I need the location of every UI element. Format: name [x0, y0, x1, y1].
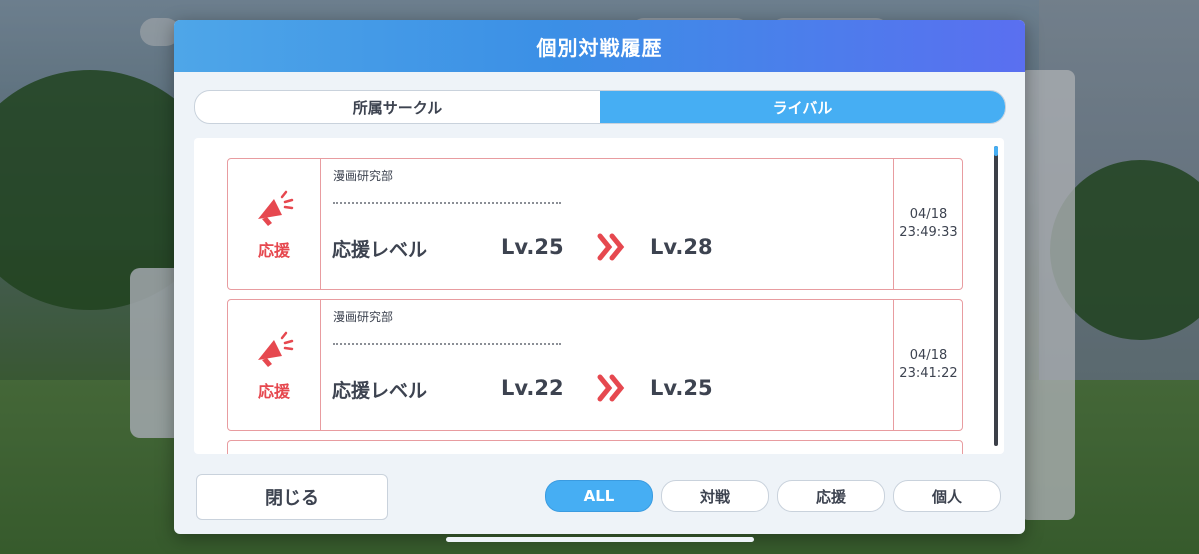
- entry-stat-label: 応援レベル: [332, 239, 428, 261]
- battle-history-dialog: 個別対戦履歴 所属サークル ライバル 応援 漫画研究部 応援レベル Lv.25: [174, 20, 1025, 534]
- entry-detail: 漫画研究部 応援レベル Lv.22 Lv.25: [321, 300, 893, 430]
- entry-time: 23:41:22: [899, 366, 958, 381]
- double-chevron-right-icon: [597, 233, 625, 261]
- filter-battle-button[interactable]: 対戦: [661, 480, 769, 512]
- dotted-divider: [333, 343, 561, 345]
- dotted-divider: [333, 202, 561, 204]
- entry-date: 04/18: [909, 207, 948, 222]
- double-chevron-right-icon: [597, 374, 625, 402]
- filter-all-button[interactable]: ALL: [545, 480, 653, 512]
- megaphone-icon: [258, 190, 294, 226]
- entry-detail: 漫画研究部 応援レベル Lv.25 Lv.28: [321, 159, 893, 289]
- tab-bar: 所属サークル ライバル: [194, 90, 1006, 124]
- entry-date: 04/18: [909, 348, 948, 363]
- filter-support-button[interactable]: 応援: [777, 480, 885, 512]
- close-button[interactable]: 閉じる: [196, 474, 388, 520]
- entry-timestamp: 04/18 23:49:33: [893, 159, 963, 289]
- entry-circle-name: 漫画研究部: [333, 310, 394, 324]
- history-entry: 応援 漫画研究部 応援レベル Lv.25 Lv.28 04/18 23:49:3…: [227, 158, 963, 290]
- tab-circle[interactable]: 所属サークル: [195, 91, 600, 123]
- entry-type-cell: 応援: [228, 300, 321, 430]
- history-entry: 応援 漫画研究部 応援レベル Lv.22 Lv.25 04/18 23:41:2…: [227, 299, 963, 431]
- entry-timestamp: 04/18 23:41:22: [893, 300, 963, 430]
- entry-level-from: Lv.25: [501, 235, 564, 259]
- scrollbar-thumb[interactable]: [994, 146, 998, 156]
- entry-type-label: 応援: [257, 382, 290, 401]
- dialog-title: 個別対戦履歴: [536, 35, 663, 60]
- list-scrollbar[interactable]: [994, 146, 998, 446]
- home-indicator: [446, 537, 754, 542]
- entry-type-cell: 応援: [228, 159, 321, 289]
- megaphone-icon: [258, 331, 294, 367]
- tab-rival[interactable]: ライバル: [600, 91, 1005, 123]
- entry-level-from: Lv.22: [501, 376, 564, 400]
- entry-circle-name: 漫画研究部: [333, 169, 394, 183]
- entry-type-label: 応援: [257, 241, 290, 260]
- entry-level-to: Lv.25: [650, 376, 713, 400]
- entry-stat-label: 応援レベル: [332, 380, 428, 402]
- entry-time: 23:49:33: [899, 225, 958, 240]
- entry-level-to: Lv.28: [650, 235, 713, 259]
- history-list[interactable]: 応援 漫画研究部 応援レベル Lv.25 Lv.28 04/18 23:49:3…: [194, 138, 1004, 454]
- history-entry-partial: [227, 440, 963, 454]
- filter-individual-button[interactable]: 個人: [893, 480, 1001, 512]
- dialog-header: 個別対戦履歴: [174, 20, 1025, 72]
